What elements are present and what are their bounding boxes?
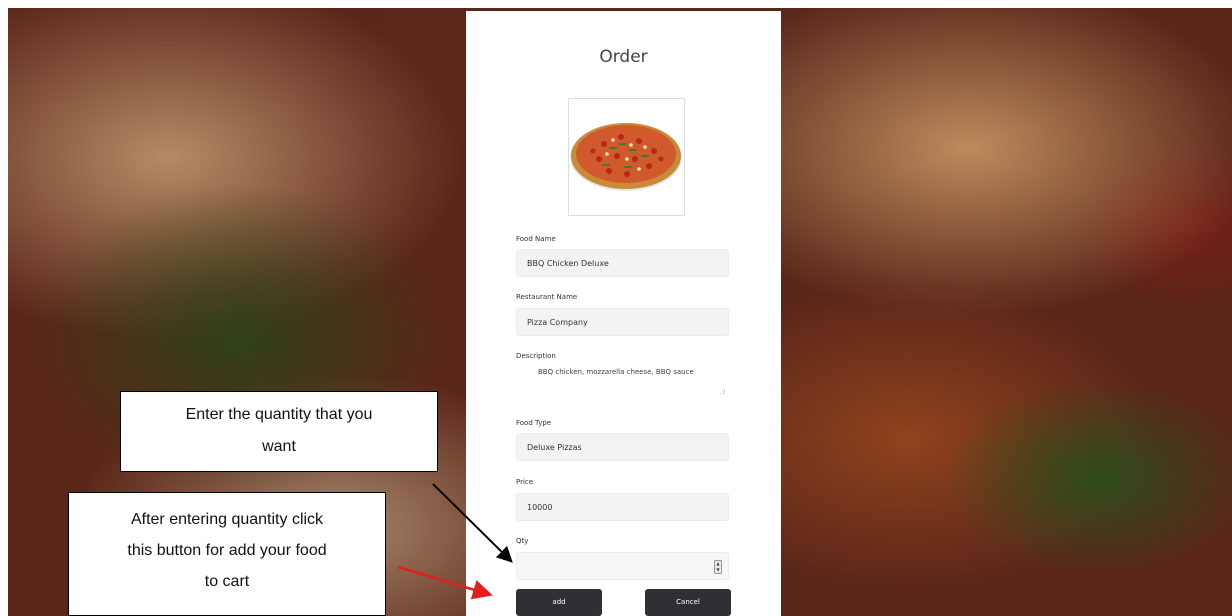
add-callout-line-1: After entering quantity click (130, 511, 324, 528)
add-button[interactable]: add (516, 589, 602, 616)
restaurant-name-field[interactable]: Pizza Company (516, 308, 729, 336)
price-field[interactable]: 10000 (516, 493, 729, 521)
food-name-field[interactable]: BBQ Chicken Deluxe (516, 249, 729, 277)
cancel-button[interactable]: Cancel (645, 589, 731, 616)
add-callout-line-2: this button for add your food (127, 542, 327, 559)
qty-spinner-icon[interactable]: ▲ ▼ (714, 560, 722, 574)
price-label: Price (516, 478, 534, 486)
quantity-callout: Enter the quantity that you want (120, 391, 438, 472)
food-name-label: Food Name (516, 235, 556, 243)
description-text: BBQ chicken, mozzarella cheese, BBQ sauc… (538, 368, 694, 376)
description-label: Description (516, 352, 556, 360)
add-callout-line-3: to cart (204, 573, 250, 590)
description-field[interactable]: BBQ chicken, mozzarella cheese, BBQ sauc… (516, 364, 729, 398)
add-button-callout: After entering quantity click this butto… (68, 492, 386, 616)
food-type-label: Food Type (516, 419, 552, 427)
resize-grip-icon[interactable]: .:l (719, 389, 725, 396)
page-title: Order (599, 47, 648, 67)
quantity-callout-line-1: Enter the quantity that you (185, 406, 373, 423)
pizza-image (570, 123, 682, 191)
order-panel: Order Food Name BBQ Chicken Deluxe Resta… (466, 11, 781, 616)
qty-label: Qty (516, 537, 529, 545)
qty-input[interactable]: ▲ ▼ (516, 552, 729, 580)
food-type-field[interactable]: Deluxe Pizzas (516, 433, 729, 461)
quantity-callout-line-2: want (262, 438, 296, 455)
food-image (568, 98, 685, 216)
restaurant-name-label: Restaurant Name (516, 293, 578, 301)
